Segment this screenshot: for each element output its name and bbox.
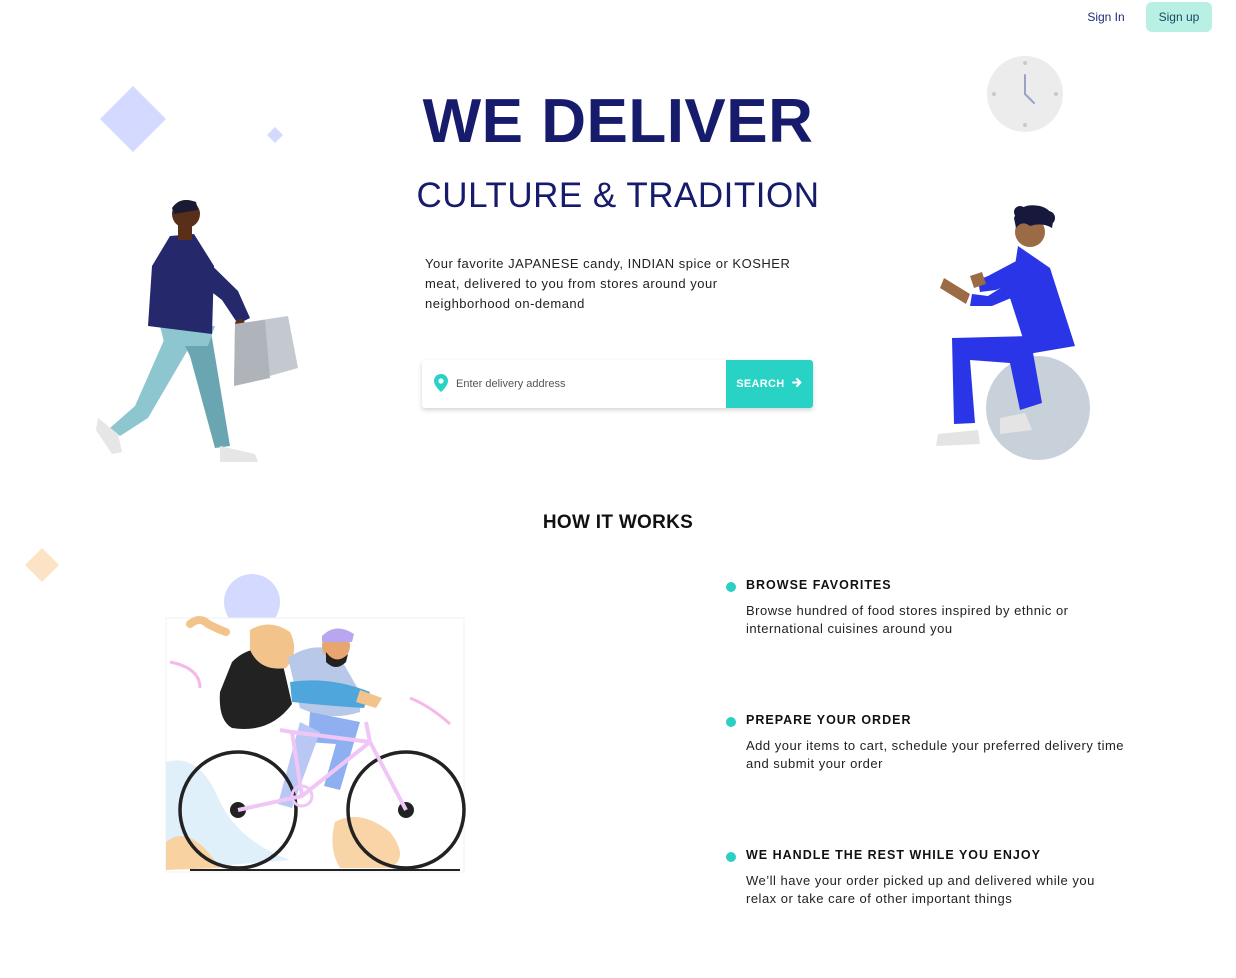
step-bullet: [726, 582, 736, 592]
step-browse-favorites: BROWSE FAVORITES Browse hundred of food …: [726, 578, 1126, 648]
step-bullet: [726, 717, 736, 727]
step-description: We’ll have your order picked up and deli…: [746, 873, 1095, 906]
arrow-right-icon: [791, 378, 802, 387]
delivery-address-input[interactable]: [456, 374, 718, 394]
step-title: WE HANDLE THE REST WHILE YOU ENJOY: [746, 848, 1041, 862]
hero-subtitle: CULTURE & TRADITION: [416, 176, 820, 215]
decorative-diamond-small: [267, 127, 283, 143]
hero-description: Your favorite JAPANESE candy, INDIAN spi…: [425, 256, 791, 311]
sitting-person-illustration: [936, 205, 1090, 460]
delivery-search-bar: SEARCH: [422, 360, 813, 408]
location-pin-icon: [434, 374, 448, 392]
how-it-works-title: HOW IT WORKS: [542, 512, 694, 533]
decorative-diamond-peach: [25, 548, 59, 582]
sign-up-button[interactable]: Sign up: [1146, 2, 1212, 32]
step-title: PREPARE YOUR ORDER: [746, 713, 912, 727]
clock-icon: [987, 56, 1063, 132]
search-button-label: SEARCH: [736, 378, 785, 390]
step-title: BROWSE FAVORITES: [746, 578, 892, 592]
search-button[interactable]: SEARCH: [726, 360, 813, 408]
step-bullet: [726, 852, 736, 862]
sign-in-link[interactable]: Sign In: [1080, 8, 1132, 26]
step-we-handle-rest: WE HANDLE THE REST WHILE YOU ENJOY We’ll…: [726, 848, 1126, 918]
step-prepare-order: PREPARE YOUR ORDER Add your items to car…: [726, 713, 1126, 783]
hero-title: WE DELIVER: [422, 87, 814, 156]
walking-shopper-illustration: [96, 200, 298, 462]
step-description: Browse hundred of food stores inspired b…: [746, 603, 1069, 636]
delivery-cyclist-illustration: [165, 574, 466, 873]
step-description: Add your items to cart, schedule your pr…: [746, 738, 1125, 771]
decorative-diamond-large: [100, 86, 166, 152]
